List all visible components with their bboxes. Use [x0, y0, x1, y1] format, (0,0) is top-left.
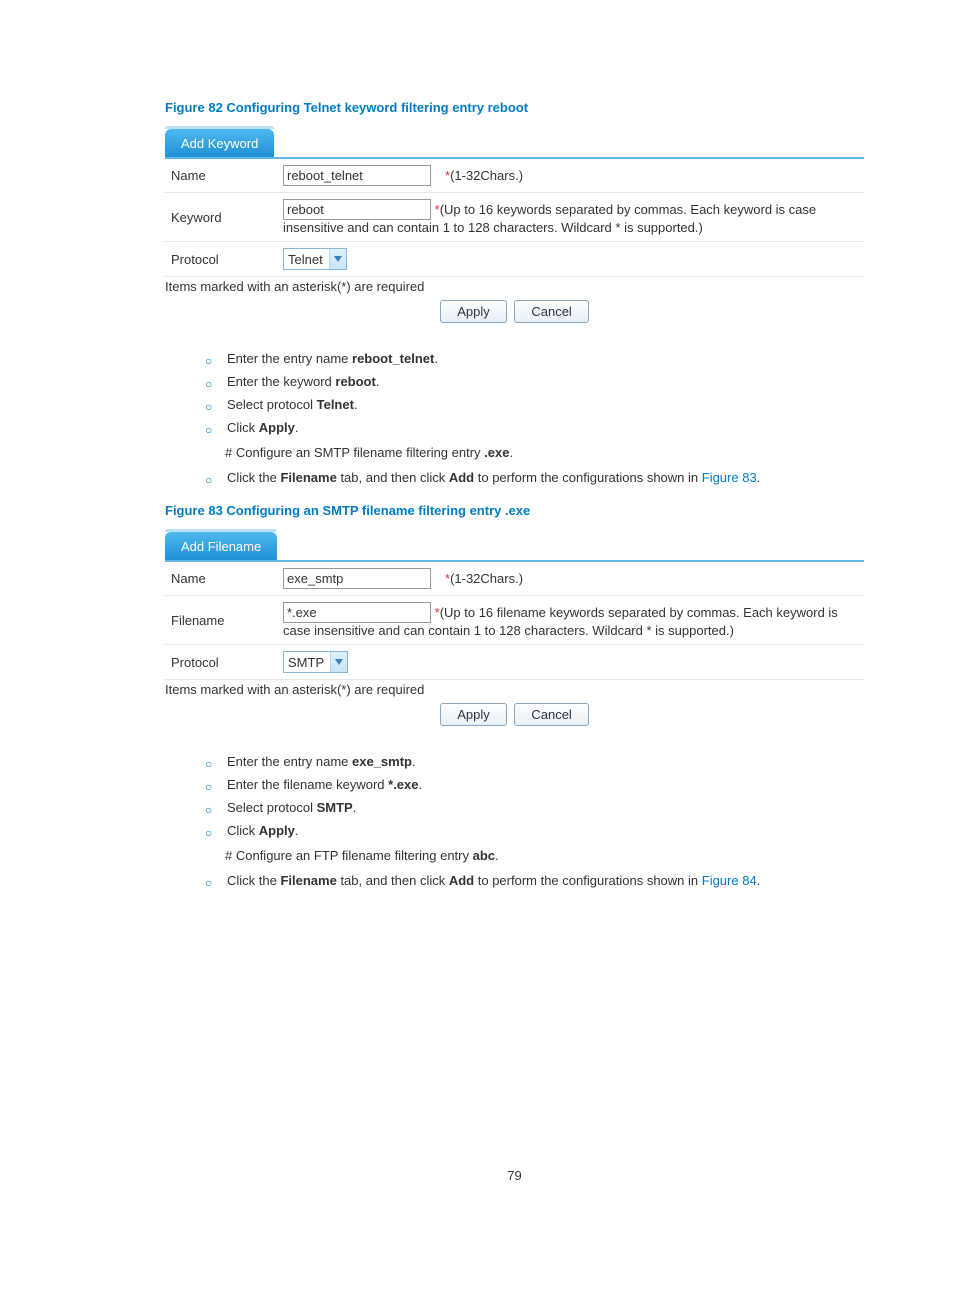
hash-note: # Configure an SMTP filename filtering e… — [225, 445, 864, 460]
bullet-icon: ○ — [205, 826, 212, 840]
bullet-icon: ○ — [205, 803, 212, 817]
list-item: ○Click Apply. — [205, 823, 864, 838]
name-input[interactable] — [283, 165, 431, 186]
filename-label: Filename — [165, 596, 277, 645]
name-input[interactable] — [283, 568, 431, 589]
figure-82-panel: Add Keyword Name *(1-32Chars.) Keyword *… — [165, 129, 864, 323]
bullet-icon: ○ — [205, 377, 212, 391]
filename-input[interactable] — [283, 602, 431, 623]
cancel-button[interactable]: Cancel — [514, 703, 588, 726]
apply-button[interactable]: Apply — [440, 703, 507, 726]
table-row: Name *(1-32Chars.) — [165, 158, 864, 193]
table-row: Filename *(Up to 16 filename keywords se… — [165, 596, 864, 645]
cancel-button[interactable]: Cancel — [514, 300, 588, 323]
figure-83-table: Name *(1-32Chars.) Filename *(Up to 16 f… — [165, 560, 864, 680]
bullet-icon: ○ — [205, 400, 212, 414]
required-note: Items marked with an asterisk(*) are req… — [165, 682, 864, 697]
required-note: Items marked with an asterisk(*) are req… — [165, 279, 864, 294]
protocol-value: Telnet — [284, 249, 329, 269]
list-item: ○Select protocol Telnet. — [205, 397, 864, 412]
bullet-icon: ○ — [205, 780, 212, 794]
list-item: ○Enter the keyword reboot. — [205, 374, 864, 389]
chevron-down-icon — [329, 249, 346, 269]
figure-84-link[interactable]: Figure 84 — [702, 873, 757, 888]
name-label: Name — [165, 158, 277, 193]
list-item: ○Click the Filename tab, and then click … — [205, 873, 864, 888]
figure-83-link[interactable]: Figure 83 — [702, 470, 757, 485]
list-item: ○Enter the entry name reboot_telnet. — [205, 351, 864, 366]
protocol-label: Protocol — [165, 242, 277, 277]
figure-82-title: Figure 82 Configuring Telnet keyword fil… — [165, 100, 864, 115]
table-row: Protocol Telnet — [165, 242, 864, 277]
bullet-icon: ○ — [205, 473, 212, 487]
hash-note: # Configure an FTP filename filtering en… — [225, 848, 864, 863]
protocol-select[interactable]: SMTP — [283, 651, 348, 673]
figure-82-table: Name *(1-32Chars.) Keyword *(Up to 16 ke… — [165, 157, 864, 277]
add-filename-tab[interactable]: Add Filename — [165, 532, 277, 560]
name-hint: *(1-32Chars.) — [439, 561, 864, 596]
keyword-label: Keyword — [165, 193, 277, 242]
bullet-icon: ○ — [205, 876, 212, 890]
instructions-block-1: ○Enter the entry name reboot_telnet. ○En… — [205, 351, 864, 485]
list-item: ○Enter the filename keyword *.exe. — [205, 777, 864, 792]
name-label: Name — [165, 561, 277, 596]
figure-83-panel: Add Filename Name *(1-32Chars.) Filename… — [165, 532, 864, 726]
protocol-value: SMTP — [284, 652, 330, 672]
apply-button[interactable]: Apply — [440, 300, 507, 323]
list-item: ○Select protocol SMTP. — [205, 800, 864, 815]
bullet-icon: ○ — [205, 354, 212, 368]
keyword-input[interactable] — [283, 199, 431, 220]
instructions-block-2: ○Enter the entry name exe_smtp. ○Enter t… — [205, 754, 864, 888]
list-item: ○Enter the entry name exe_smtp. — [205, 754, 864, 769]
table-row: Name *(1-32Chars.) — [165, 561, 864, 596]
add-keyword-tab[interactable]: Add Keyword — [165, 129, 274, 157]
page-number: 79 — [165, 1168, 864, 1183]
protocol-label: Protocol — [165, 645, 277, 680]
table-row: Protocol SMTP — [165, 645, 864, 680]
chevron-down-icon — [330, 652, 347, 672]
bullet-icon: ○ — [205, 757, 212, 771]
table-row: Keyword *(Up to 16 keywords separated by… — [165, 193, 864, 242]
name-hint: *(1-32Chars.) — [439, 158, 864, 193]
protocol-select[interactable]: Telnet — [283, 248, 347, 270]
list-item: ○Click Apply. — [205, 420, 864, 435]
bullet-icon: ○ — [205, 423, 212, 437]
figure-83-title: Figure 83 Configuring an SMTP filename f… — [165, 503, 864, 518]
list-item: ○Click the Filename tab, and then click … — [205, 470, 864, 485]
